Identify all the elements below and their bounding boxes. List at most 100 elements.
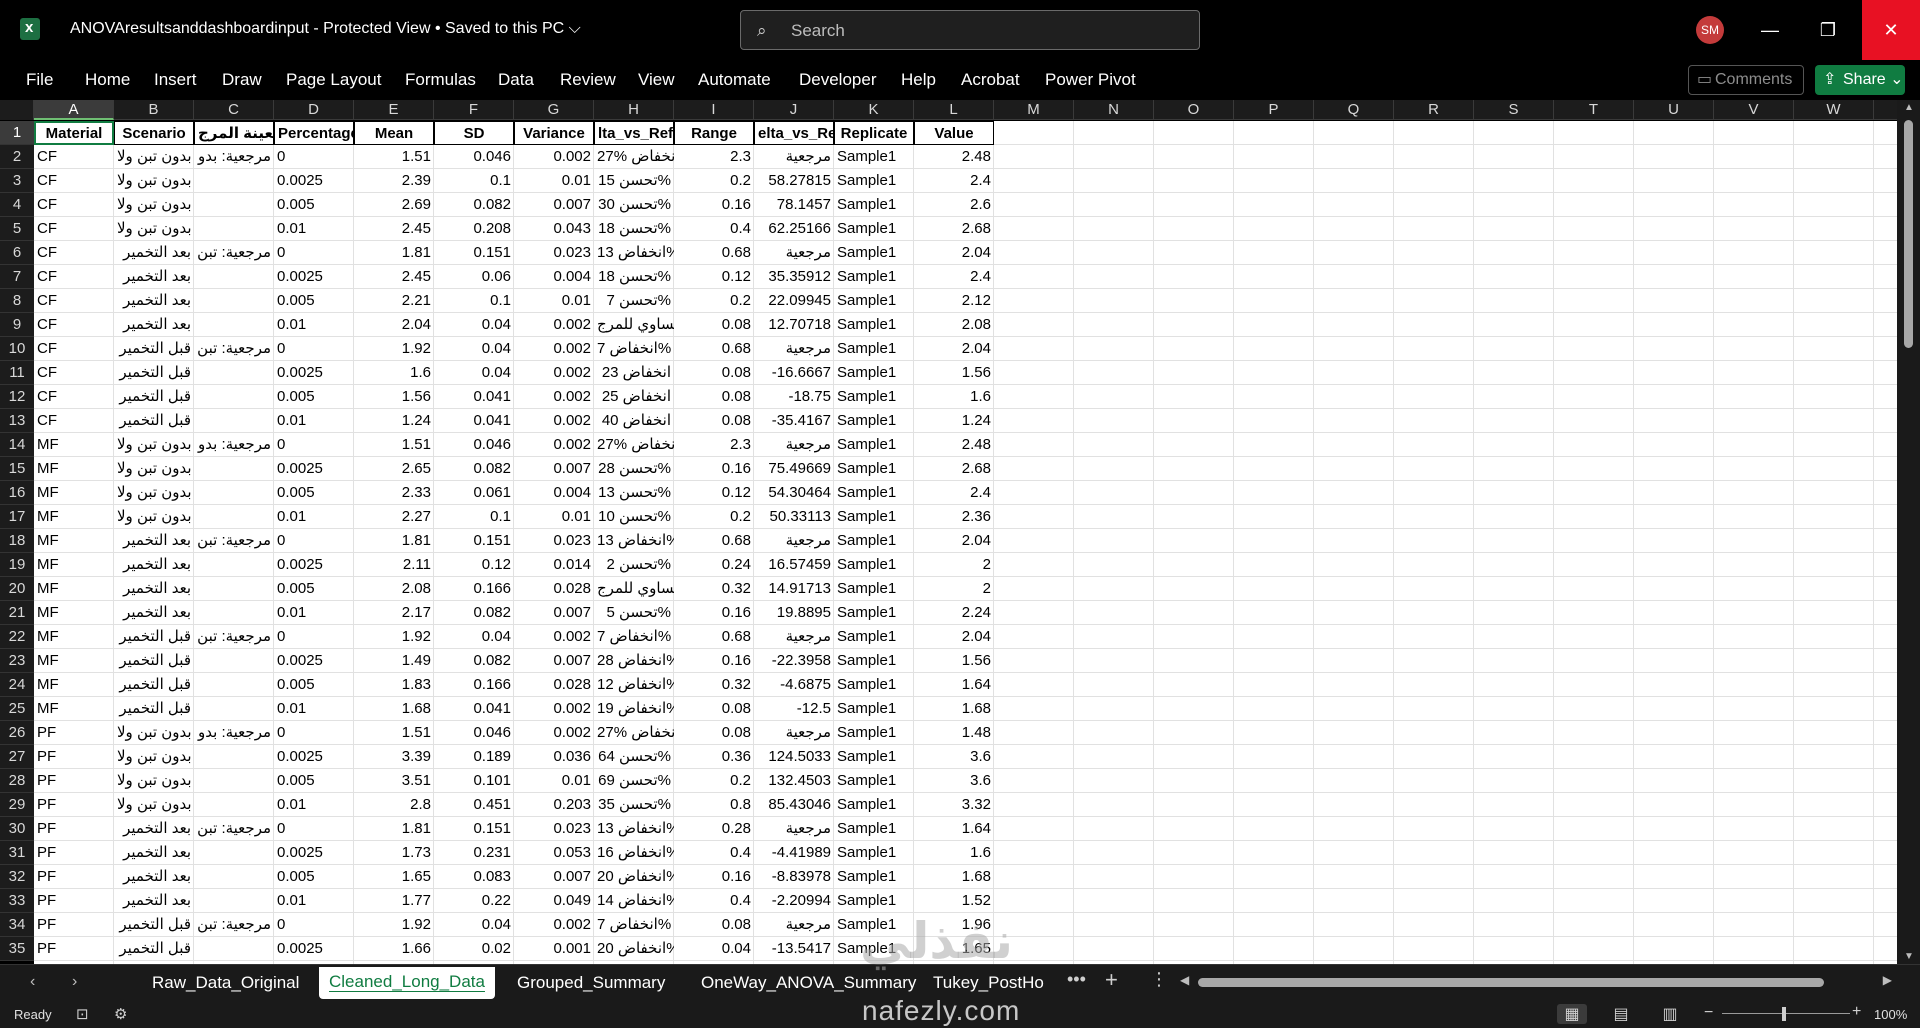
column-header-m[interactable]: M: [994, 100, 1074, 120]
table-cell[interactable]: 0.04: [434, 913, 514, 937]
table-cell[interactable]: 0: [274, 721, 354, 745]
table-cell[interactable]: بعد التخمير: [114, 577, 194, 601]
table-cell[interactable]: بعد التخمير: [114, 241, 194, 265]
table-cell[interactable]: 0.002: [514, 913, 594, 937]
row-header[interactable]: 5: [0, 217, 34, 241]
table-cell[interactable]: 35.35912: [754, 265, 834, 289]
table-cell[interactable]: 1.66: [354, 937, 434, 961]
table-cell[interactable]: 0.023: [514, 817, 594, 841]
table-cell[interactable]: بدون تبن ولا: [114, 481, 194, 505]
table-cell[interactable]: Sample1: [834, 745, 914, 769]
table-cell[interactable]: 0: [274, 433, 354, 457]
column-header-l[interactable]: L: [914, 100, 994, 120]
table-cell[interactable]: Sample1: [834, 673, 914, 697]
table-cell[interactable]: Sample1: [834, 889, 914, 913]
table-cell[interactable]: 2.48: [914, 145, 994, 169]
normal-view-icon[interactable]: ▦: [1557, 1004, 1587, 1024]
zoom-slider-thumb[interactable]: [1782, 1007, 1786, 1021]
row-header[interactable]: 27: [0, 745, 34, 769]
chevron-down-icon[interactable]: ⌵: [569, 20, 581, 37]
table-cell[interactable]: 0.12: [434, 553, 514, 577]
table-cell[interactable]: [194, 937, 274, 961]
table-cell[interactable]: بعد التخمير: [114, 817, 194, 841]
table-cell[interactable]: 0.002: [514, 385, 594, 409]
column-header-r[interactable]: R: [1394, 100, 1474, 120]
table-cell[interactable]: 0.005: [274, 865, 354, 889]
table-cell[interactable]: 0.007: [514, 193, 594, 217]
table-cell[interactable]: Sample1: [834, 793, 914, 817]
table-cell[interactable]: 0.36: [674, 745, 754, 769]
column-header-c[interactable]: C: [194, 100, 274, 120]
table-cell[interactable]: 0.08: [674, 913, 754, 937]
table-cell[interactable]: بدون تبن ولا: [114, 457, 194, 481]
table-cell[interactable]: PF: [34, 793, 114, 817]
table-cell[interactable]: 0.16: [674, 649, 754, 673]
table-cell[interactable]: 1.51: [354, 433, 434, 457]
table-cell[interactable]: 0.208: [434, 217, 514, 241]
table-header-cell[interactable]: elta_vs_Re: [754, 121, 834, 145]
table-cell[interactable]: 2.39: [354, 169, 434, 193]
table-cell[interactable]: 0.005: [274, 289, 354, 313]
row-header[interactable]: 10: [0, 337, 34, 361]
table-cell[interactable]: 0.0025: [274, 265, 354, 289]
table-header-cell[interactable]: ر العينة المرج: [194, 121, 274, 145]
table-cell[interactable]: مرجعية: [754, 913, 834, 937]
table-cell[interactable]: Sample1: [834, 265, 914, 289]
table-cell[interactable]: CF: [34, 313, 114, 337]
table-cell[interactable]: 3.32: [914, 793, 994, 817]
table-cell[interactable]: بعد التخمير: [114, 265, 194, 289]
table-cell[interactable]: 0.32: [674, 577, 754, 601]
row-header[interactable]: 7: [0, 265, 34, 289]
table-cell[interactable]: 0: [274, 337, 354, 361]
table-cell[interactable]: [194, 289, 274, 313]
table-cell[interactable]: MF: [34, 577, 114, 601]
table-cell[interactable]: بعد التخمير: [114, 313, 194, 337]
table-cell[interactable]: بدون تبن ولا: [114, 169, 194, 193]
table-cell[interactable]: 0.68: [674, 625, 754, 649]
row-header[interactable]: 1: [0, 121, 34, 145]
table-cell[interactable]: بدون تبن ولا: [114, 745, 194, 769]
table-cell[interactable]: 0.041: [434, 385, 514, 409]
table-cell[interactable]: MF: [34, 481, 114, 505]
table-cell[interactable]: CF: [34, 217, 114, 241]
table-cell[interactable]: 0.046: [434, 433, 514, 457]
table-cell[interactable]: MF: [34, 673, 114, 697]
scroll-up-icon[interactable]: ▲: [1904, 102, 1914, 113]
table-cell[interactable]: انخفاض 19%: [594, 697, 674, 721]
table-cell[interactable]: تحسن 30%: [594, 193, 674, 217]
table-cell[interactable]: 0.005: [274, 769, 354, 793]
table-cell[interactable]: انخفاض 7%: [594, 913, 674, 937]
table-cell[interactable]: مرجعية: [754, 529, 834, 553]
zoom-in-icon[interactable]: +: [1852, 1003, 1861, 1021]
table-cell[interactable]: Sample1: [834, 361, 914, 385]
vertical-scroll-thumb[interactable]: [1904, 120, 1913, 348]
table-cell[interactable]: 0.151: [434, 817, 514, 841]
column-header-v[interactable]: V: [1714, 100, 1794, 120]
table-header-cell[interactable]: Range: [674, 121, 754, 145]
column-header-u[interactable]: U: [1634, 100, 1714, 120]
table-cell[interactable]: 0.082: [434, 601, 514, 625]
table-cell[interactable]: 54.30464: [754, 481, 834, 505]
table-cell[interactable]: 0.16: [674, 865, 754, 889]
table-cell[interactable]: 0.166: [434, 577, 514, 601]
table-cell[interactable]: 0.28: [674, 817, 754, 841]
user-avatar[interactable]: SM: [1696, 16, 1724, 44]
table-cell[interactable]: 0.005: [274, 193, 354, 217]
table-cell[interactable]: [194, 697, 274, 721]
table-cell[interactable]: MF: [34, 697, 114, 721]
table-cell[interactable]: 3.6: [914, 745, 994, 769]
tab-formulas[interactable]: Formulas: [405, 70, 476, 90]
table-cell[interactable]: 0.2: [674, 169, 754, 193]
tab-data[interactable]: Data: [498, 70, 534, 90]
table-cell[interactable]: Sample1: [834, 241, 914, 265]
spreadsheet-grid[interactable]: ABCDEFGHIJKLMNOPQRSTUVW 1 2 3 4 5 6 7 8 9 10 11 12 1…: [0, 100, 1920, 964]
share-button[interactable]: ⇪ Share ⌄: [1815, 65, 1905, 95]
table-cell[interactable]: 0: [274, 529, 354, 553]
table-cell[interactable]: 2.08: [914, 313, 994, 337]
table-cell[interactable]: مساوي للمرج: [594, 313, 674, 337]
tab-developer[interactable]: Developer: [799, 70, 877, 90]
table-cell[interactable]: -2.20994: [754, 889, 834, 913]
table-cell[interactable]: 0.046: [434, 721, 514, 745]
table-cell[interactable]: MF: [34, 505, 114, 529]
row-header[interactable]: 17: [0, 505, 34, 529]
